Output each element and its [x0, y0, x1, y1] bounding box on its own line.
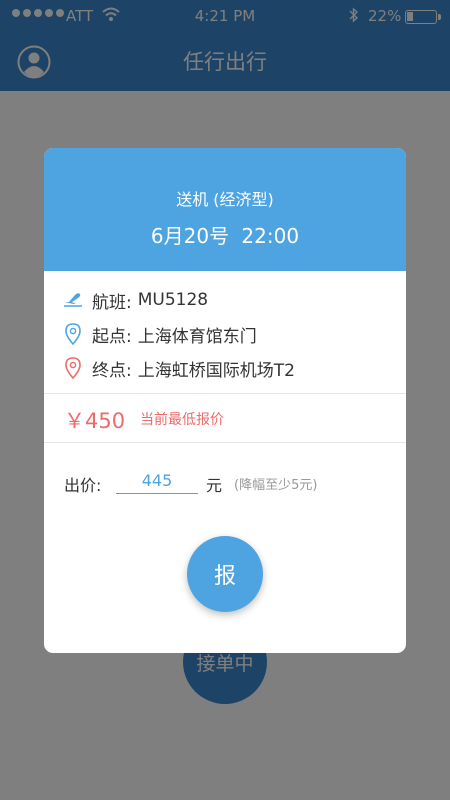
- flight-row: 航班: MU5128: [62, 287, 208, 313]
- bid-dialog: 送机 (经济型) 6月20号 22:00 航班: MU5128 起点: 上海体育…: [44, 148, 406, 653]
- location-pin-icon: [62, 323, 84, 345]
- divider: [44, 442, 406, 443]
- destination-label: 终点:: [92, 360, 132, 381]
- origin-row: 起点: 上海体育馆东门: [62, 321, 257, 347]
- bid-label: 出价:: [64, 476, 102, 495]
- trip-datetime: 6月20号 22:00: [150, 224, 300, 248]
- origin-label: 起点:: [92, 326, 132, 347]
- submit-bid-button[interactable]: 报: [187, 536, 263, 612]
- airplane-icon: [62, 289, 84, 311]
- flight-number: MU5128: [137, 290, 209, 310]
- divider: [44, 393, 406, 394]
- bid-unit: 元: [206, 476, 223, 495]
- destination-pin-icon: [62, 357, 84, 379]
- origin-value: 上海体育馆东门: [137, 326, 257, 347]
- bid-hint: (降幅至少5元): [234, 478, 318, 493]
- dialog-header: 送机 (经济型) 6月20号 22:00: [44, 148, 406, 271]
- destination-row: 终点: 上海虹桥国际机场T2: [62, 355, 295, 381]
- app-screen: ATT 4:21 PM 22%: [0, 0, 450, 800]
- lowest-price: ￥450: [64, 409, 126, 433]
- bid-input[interactable]: [116, 468, 198, 494]
- destination-value: 上海虹桥国际机场T2: [137, 360, 295, 381]
- lowest-price-note: 当前最低报价: [140, 412, 224, 428]
- flight-label: 航班:: [92, 292, 132, 313]
- trip-type: 送机 (经济型): [176, 190, 274, 209]
